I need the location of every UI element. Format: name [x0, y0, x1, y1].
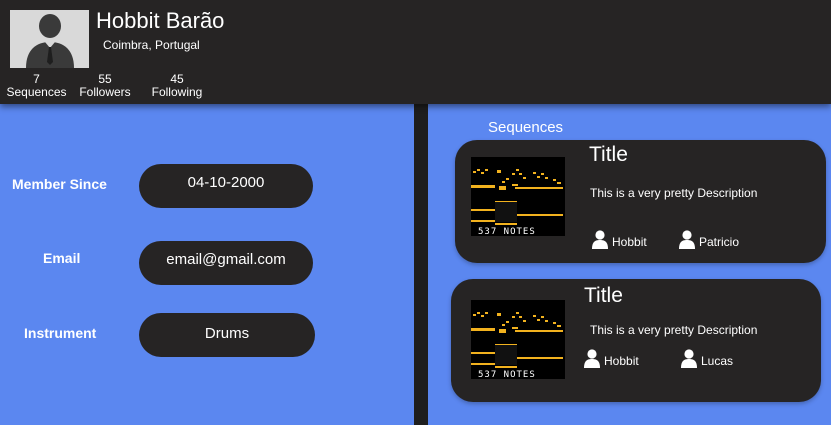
sequence-thumbnail[interactable]: 537 NOTES [471, 300, 565, 379]
instrument-label: Instrument [24, 325, 97, 341]
instrument-field: Drums [139, 313, 315, 357]
collaborator-name: Hobbit [604, 354, 639, 368]
stat-followers[interactable]: 55 Followers [77, 73, 133, 99]
stat-following[interactable]: 45 Following [149, 73, 205, 99]
sequence-thumbnail[interactable]: 537 NOTES [471, 157, 565, 236]
sequence-card[interactable]: 537 NOTES Title This is a very pretty De… [451, 279, 821, 402]
sequence-title[interactable]: Title [584, 284, 623, 308]
collaborator-tag[interactable]: Hobbit [591, 230, 647, 249]
collaborator-tag[interactable]: Lucas [680, 349, 733, 368]
stat-sequences[interactable]: 7 Sequences [6, 73, 67, 99]
sequence-title[interactable]: Title [589, 143, 628, 167]
collaborator-name: Hobbit [612, 235, 647, 249]
member-since-label: Member Since [12, 176, 107, 192]
thumbnail-notes-label: 537 NOTES [478, 370, 536, 379]
stat-followers-label: Followers [79, 85, 131, 99]
panel-divider [414, 104, 428, 425]
profile-header: Hobbit Barão Coimbra, Portugal 7 Sequenc… [0, 0, 831, 104]
email-field: email@gmail.com [139, 241, 313, 285]
user-icon [592, 230, 608, 249]
collaborator-tag[interactable]: Patricio [678, 230, 739, 249]
user-icon [584, 349, 600, 368]
user-icon [679, 230, 695, 249]
collaborator-tag[interactable]: Hobbit [583, 349, 639, 368]
stat-sequences-label: Sequences [6, 85, 67, 99]
sequences-heading: Sequences [488, 119, 564, 136]
sequence-description: This is a very pretty Description [590, 186, 758, 200]
member-since-field: 04-10-2000 [139, 164, 313, 208]
collaborator-name: Patricio [699, 235, 740, 249]
stat-following-label: Following [151, 85, 203, 99]
user-icon [681, 349, 697, 368]
sequence-card[interactable]: 537 NOTES Title This is a very pretty De… [455, 140, 826, 263]
thumbnail-notes-label: 537 NOTES [478, 227, 536, 236]
email-label: Email [43, 250, 81, 266]
avatar[interactable] [10, 10, 89, 68]
profile-location: Coimbra, Portugal [103, 38, 200, 52]
sequence-description: This is a very pretty Description [590, 323, 758, 337]
user-silhouette-icon [10, 10, 89, 68]
profile-name: Hobbit Barão [96, 8, 225, 33]
collaborator-name: Lucas [701, 354, 734, 368]
profile-page: Hobbit Barão Coimbra, Portugal 7 Sequenc… [0, 0, 831, 425]
